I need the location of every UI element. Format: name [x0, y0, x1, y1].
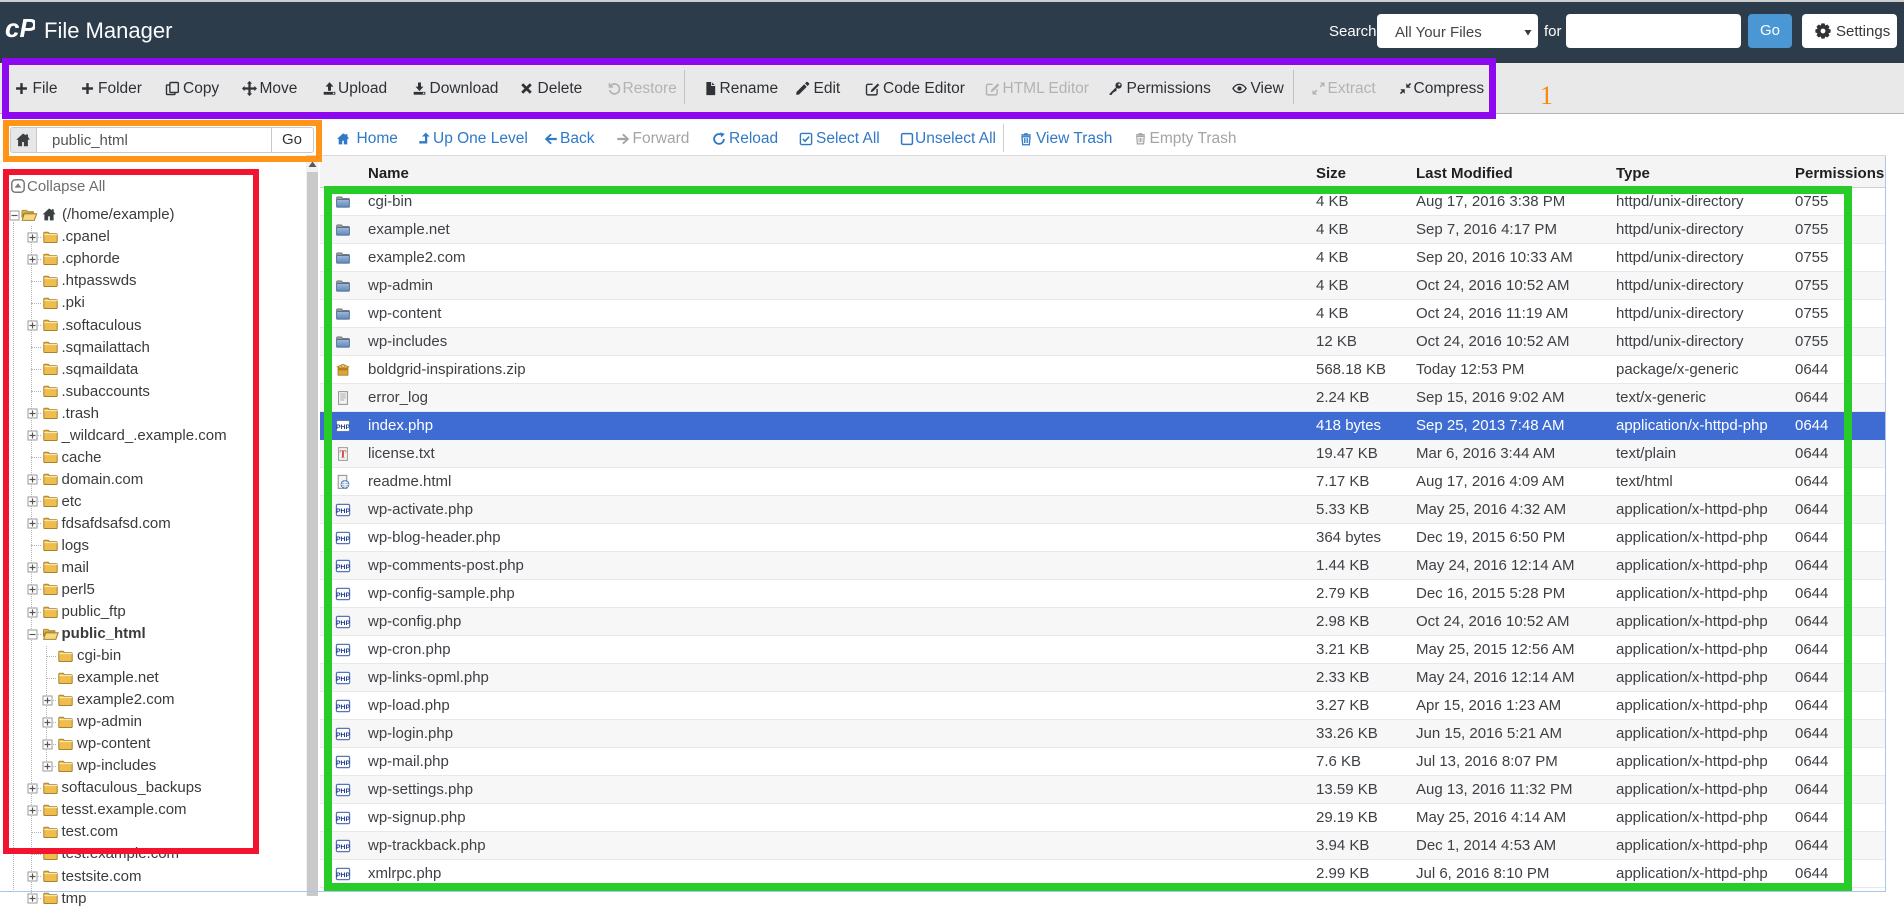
svg-text:cP: cP	[5, 16, 35, 42]
